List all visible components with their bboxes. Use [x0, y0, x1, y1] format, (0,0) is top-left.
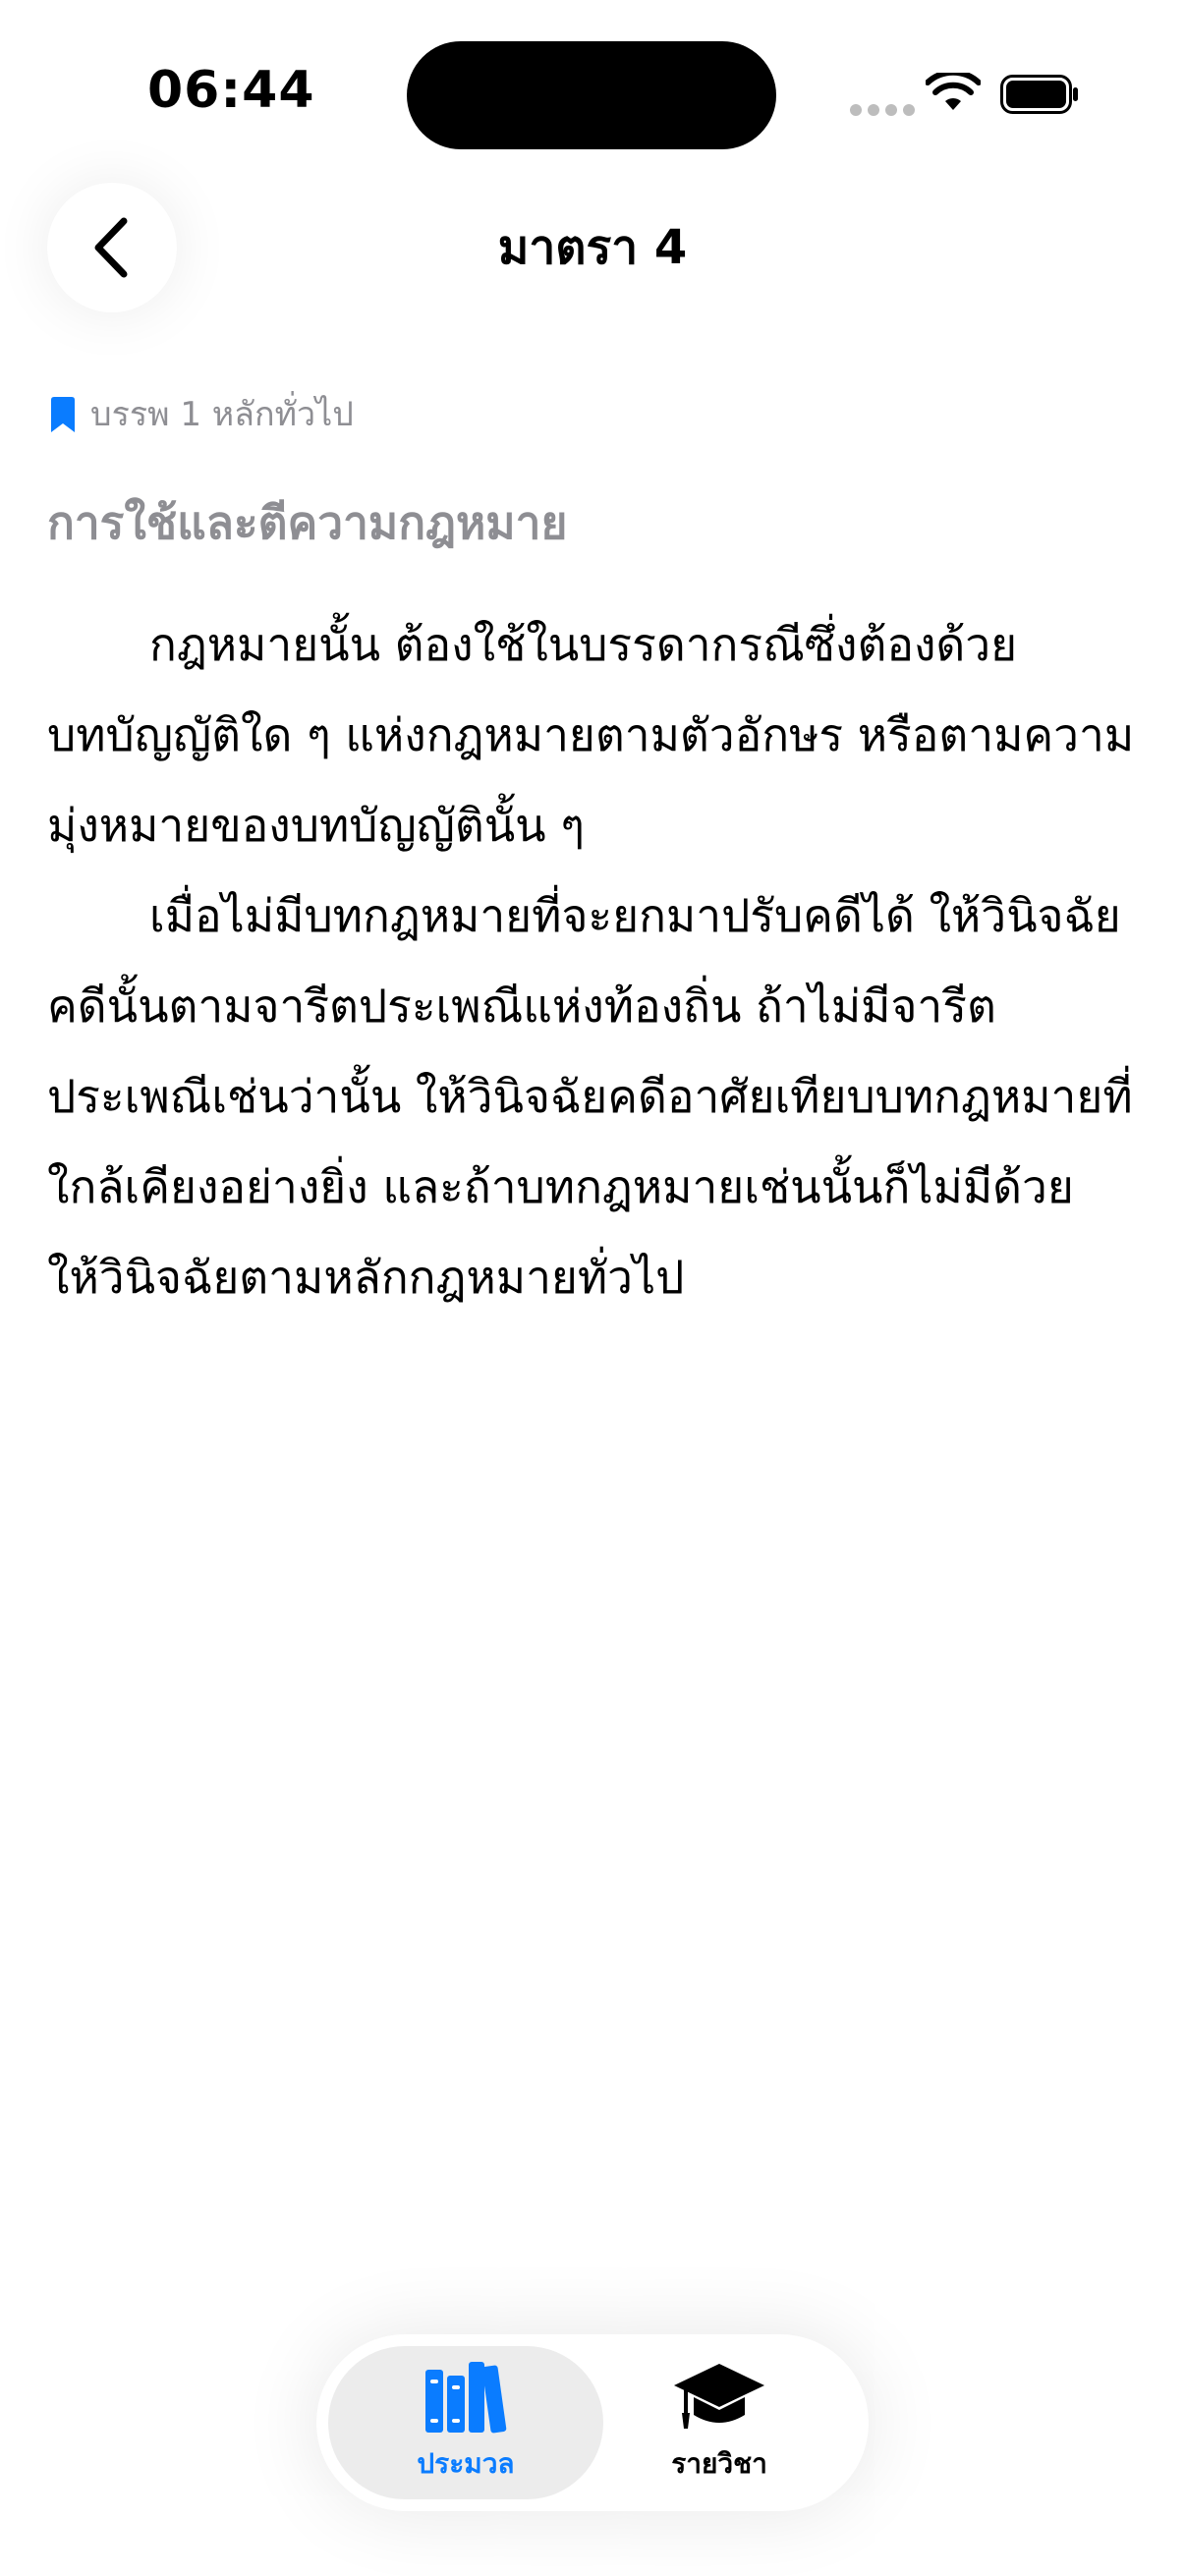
- cellular-signal-icon: [850, 104, 915, 116]
- section-heading: การใช้และตีความกฎหมาย: [47, 496, 568, 549]
- dynamic-island: [407, 41, 776, 149]
- status-bar: 06:44: [0, 0, 1185, 196]
- battery-icon: [1000, 75, 1078, 114]
- tab-subjects[interactable]: รายวิชา: [582, 2346, 857, 2499]
- tab-bar: ประมวล รายวิชา: [316, 2334, 869, 2511]
- article-body: กฎหมายนั้น ต้องใช้ในบรรดากรณีซึ่งต้องด้ว…: [47, 599, 1138, 1322]
- wifi-icon: [926, 73, 981, 110]
- graduation-cap-icon: [674, 2364, 764, 2429]
- bookmark-icon: [51, 397, 75, 432]
- tab-label: ประมวล: [417, 2447, 515, 2480]
- article-paragraph: เมื่อไม่มีบทกฎหมายที่จะยกมาปรับคดีได้ ให…: [47, 889, 1133, 1304]
- tab-codes[interactable]: ประมวล: [328, 2346, 603, 2499]
- article-paragraph: กฎหมายนั้น ต้องใช้ในบรรดากรณีซึ่งต้องด้ว…: [47, 618, 1135, 852]
- breadcrumb-label: บรรพ 1 หลักทั่วไป: [90, 395, 354, 434]
- status-time: 06:44: [147, 61, 315, 120]
- tab-label: รายวิชา: [671, 2447, 767, 2480]
- books-icon: [425, 2362, 507, 2434]
- breadcrumb: บรรพ 1 หลักทั่วไป: [49, 391, 354, 438]
- page-title: มาตรา 4: [497, 220, 688, 275]
